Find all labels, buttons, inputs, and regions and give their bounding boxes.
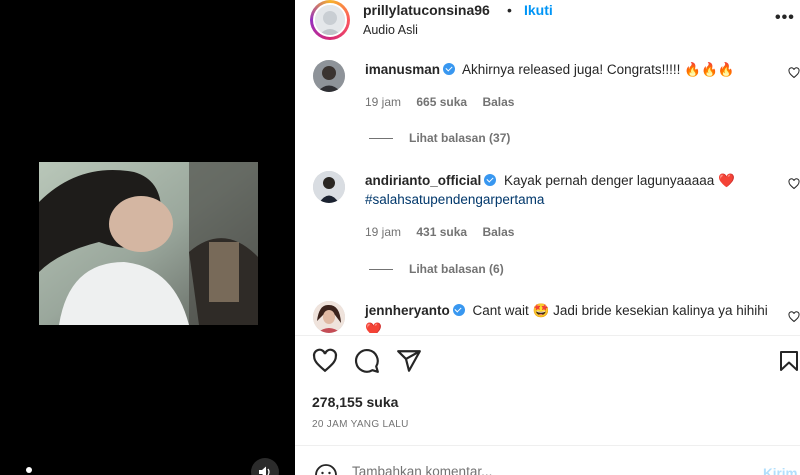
comments-list[interactable]: imanusman Akhirnya released juga! Congra… <box>295 50 800 333</box>
comment-time[interactable]: 19 jam <box>365 225 401 239</box>
comment-likes[interactable]: 665 suka <box>416 95 467 109</box>
commenter-avatar[interactable] <box>313 301 345 333</box>
post-timestamp[interactable]: 20 JAM YANG LALU <box>312 419 409 430</box>
verified-badge-icon <box>452 304 465 316</box>
comment-text-block: andirianto_official Kayak pernah denger … <box>365 171 775 209</box>
video-still-image <box>39 162 258 325</box>
like-heart-icon[interactable] <box>312 348 338 374</box>
emoji-icon[interactable] <box>314 463 338 475</box>
commenter-username[interactable]: jennheryanto <box>365 303 450 318</box>
comment-text-block: jennheryanto Cant wait 🤩 Jadi bride kese… <box>365 301 775 333</box>
save-bookmark-icon[interactable] <box>777 348 800 374</box>
post-actions <box>295 345 800 377</box>
replies-line <box>369 269 393 271</box>
comment-text-block: imanusman Akhirnya released juga! Congra… <box>365 60 775 79</box>
view-replies-label: Lihat balasan (6) <box>409 262 504 276</box>
post-header: prillylatuconsina96 • Ikuti Audio Asli •… <box>295 0 800 48</box>
view-replies-button[interactable]: Lihat balasan (37) <box>369 131 510 145</box>
avatar-image <box>313 171 345 203</box>
audio-toggle-button[interactable] <box>251 458 279 475</box>
avatar-image <box>313 60 345 92</box>
avatar-image <box>315 5 345 35</box>
commenter-username[interactable]: andirianto_official <box>365 173 481 188</box>
comment-like-icon[interactable] <box>788 178 800 190</box>
share-icon[interactable] <box>396 348 422 374</box>
video-panel[interactable] <box>0 0 295 475</box>
add-comment-bar: Kirim <box>295 445 800 475</box>
reply-button[interactable]: Balas <box>482 95 514 109</box>
comment-time[interactable]: 19 jam <box>365 95 401 109</box>
comment-meta: 19 jam 431 suka Balas <box>365 225 526 239</box>
commenter-avatar[interactable] <box>313 171 345 203</box>
verified-badge-icon <box>443 63 456 75</box>
speaker-icon <box>259 466 270 475</box>
more-icon[interactable]: ••• <box>775 9 795 27</box>
comment-like-icon[interactable] <box>788 311 800 323</box>
comment-like-icon[interactable] <box>788 67 800 79</box>
author-avatar[interactable] <box>310 0 350 40</box>
commenter-avatar[interactable] <box>313 60 345 92</box>
comment-text: Kayak pernah denger lagunyaaaaa ❤️ <box>504 173 735 188</box>
view-replies-label: Lihat balasan (37) <box>409 131 511 145</box>
section-divider <box>295 335 800 336</box>
view-replies-button[interactable]: Lihat balasan (6) <box>369 262 504 276</box>
post-sidebar: prillylatuconsina96 • Ikuti Audio Asli •… <box>295 0 800 475</box>
reply-button[interactable]: Balas <box>482 225 514 239</box>
replies-line <box>369 138 393 140</box>
hashtag-link[interactable]: #salahsatupendengarpertama <box>365 192 544 207</box>
progress-dot[interactable] <box>26 467 32 473</box>
comment-meta: 19 jam 665 suka Balas <box>365 95 526 109</box>
post-comment-button[interactable]: Kirim <box>763 466 798 475</box>
avatar-image <box>313 301 345 333</box>
comment-likes[interactable]: 431 suka <box>416 225 467 239</box>
comment-input[interactable] <box>352 464 732 475</box>
video-frame[interactable] <box>39 162 258 325</box>
author-username[interactable]: prillylatuconsina96 <box>363 2 490 18</box>
comment-text: Akhirnya released juga! Congrats!!!!! 🔥🔥… <box>462 62 735 77</box>
follow-button[interactable]: Ikuti <box>524 2 553 18</box>
commenter-username[interactable]: imanusman <box>365 62 440 77</box>
comment-icon[interactable] <box>354 348 380 374</box>
audio-label-link[interactable]: Audio Asli <box>363 23 418 37</box>
separator-dot: • <box>507 2 512 18</box>
verified-badge-icon <box>484 174 497 186</box>
likes-count[interactable]: 278,155 suka <box>312 394 398 410</box>
